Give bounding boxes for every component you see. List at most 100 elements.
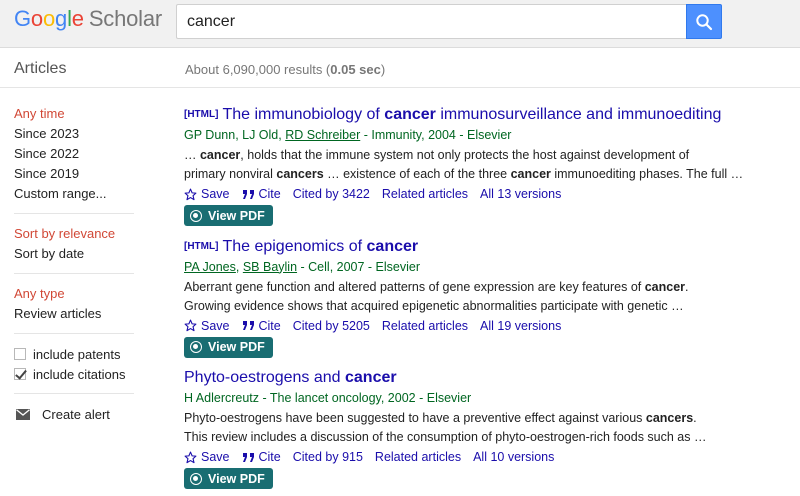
cite-label: Cite bbox=[258, 450, 281, 464]
result-title[interactable]: [HTML] The epigenomics of cancer bbox=[184, 236, 784, 258]
results-list: [HTML] The immunobiology of cancer immuno… bbox=[184, 104, 784, 490]
cite-button[interactable]: Cite bbox=[242, 448, 281, 466]
pdf-icon bbox=[190, 209, 202, 222]
result-actions: Save Cite Cited by 5205 Related articles All… bbox=[184, 317, 784, 335]
snippet-text: immunoediting phases. The full … bbox=[550, 167, 744, 181]
cited-by-link[interactable]: Cited by 5205 bbox=[293, 317, 370, 335]
snippet-text: cancer bbox=[510, 167, 551, 181]
snippet-text: cancer bbox=[644, 279, 686, 294]
save-label: Save bbox=[201, 318, 230, 333]
search-input[interactable] bbox=[177, 5, 686, 38]
cite-button[interactable]: Cite bbox=[242, 185, 281, 203]
sidebar-divider bbox=[14, 213, 134, 214]
snippet-text: , holds that the immune system not only … bbox=[240, 148, 690, 162]
view-pdf-label: View PDF bbox=[208, 340, 265, 354]
save-button[interactable]: Save bbox=[184, 185, 230, 203]
filter-since-2023[interactable]: Since 2023 bbox=[14, 124, 134, 144]
star-icon bbox=[184, 451, 197, 463]
author-link[interactable]: RD Schreiber bbox=[285, 128, 360, 142]
search-button[interactable] bbox=[686, 4, 722, 39]
publication-source: - The lancet oncology, 2002 - Elsevier bbox=[259, 391, 472, 405]
checkbox-checked[interactable] bbox=[14, 368, 26, 380]
sidebar-divider bbox=[14, 273, 134, 274]
star-icon bbox=[184, 319, 197, 332]
cite-button[interactable]: Cite bbox=[242, 317, 281, 335]
related-articles-link[interactable]: Related articles bbox=[375, 448, 461, 466]
header: Google Scholar bbox=[0, 0, 800, 48]
include-patents-checkbox[interactable]: include patents bbox=[14, 344, 134, 364]
cite-label: Cite bbox=[258, 187, 281, 201]
view-pdf-label: View PDF bbox=[208, 208, 265, 223]
search-result: [HTML] The epigenomics of cancer PA Jones,… bbox=[184, 236, 784, 359]
search-box[interactable] bbox=[176, 4, 686, 39]
author-text: H Adlercreutz bbox=[184, 391, 260, 405]
result-title[interactable]: [HTML] The immunobiology of cancer immuno… bbox=[184, 104, 784, 126]
filter-since-2019[interactable]: Since 2019 bbox=[14, 164, 134, 184]
snippet-text: … bbox=[184, 148, 200, 162]
sidebar-divider bbox=[14, 333, 134, 334]
sidebar-divider bbox=[14, 393, 134, 394]
title-text: The immunobiology of bbox=[222, 106, 385, 123]
google-scholar-logo[interactable]: Google Scholar bbox=[14, 6, 162, 32]
logo-product: Scholar bbox=[88, 6, 163, 31]
results-stats: About 6,090,000 results (0.05 sec) bbox=[185, 62, 386, 77]
snippet-text: . bbox=[693, 411, 697, 425]
view-pdf-button[interactable]: View PDF bbox=[184, 336, 273, 358]
all-versions-link[interactable]: All 13 versions bbox=[480, 185, 561, 203]
search-result: [HTML] The immunobiology of cancer immuno… bbox=[184, 104, 784, 227]
sort-by-date[interactable]: Sort by date bbox=[14, 244, 134, 264]
envelope-icon bbox=[16, 408, 30, 420]
title-text: cancer bbox=[384, 106, 436, 123]
cited-by-link[interactable]: Cited by 3422 bbox=[293, 185, 370, 203]
filter-any-time[interactable]: Any time bbox=[14, 104, 134, 124]
view-pdf-button[interactable]: View PDF bbox=[184, 205, 273, 226]
logo-letter: g bbox=[55, 6, 68, 31]
title-text: Phyto-oestrogens and bbox=[184, 369, 345, 386]
author-link[interactable]: SB Baylin bbox=[243, 260, 297, 274]
snippet-text: Growing evidence shows that acquired epi… bbox=[184, 298, 684, 313]
view-pdf-button[interactable]: View PDF bbox=[184, 468, 273, 489]
snippet-text: cancer bbox=[199, 148, 241, 162]
snippet-line: primary nonviral cancers … existence of … bbox=[184, 165, 784, 184]
filter-since-2022[interactable]: Since 2022 bbox=[14, 144, 134, 164]
snippet-text: cancers bbox=[276, 167, 324, 181]
pdf-icon bbox=[190, 472, 202, 485]
all-versions-link[interactable]: All 10 versions bbox=[473, 448, 554, 466]
title-text: cancer bbox=[366, 237, 419, 255]
filter-any-type[interactable]: Any type bbox=[14, 284, 134, 304]
publication-source: - Cell, 2007 - Elsevier bbox=[297, 259, 421, 274]
result-snippet: … cancer, holds that the immune system n… bbox=[184, 146, 784, 184]
cited-by-link[interactable]: Cited by 915 bbox=[293, 448, 363, 466]
checkbox-unchecked[interactable] bbox=[14, 348, 26, 360]
author-link[interactable]: PA Jones bbox=[184, 260, 236, 274]
filter-review-articles[interactable]: Review articles bbox=[14, 304, 134, 324]
title-text: The epigenomics of bbox=[222, 237, 367, 255]
search-result: Phyto-oestrogens and cancer H Adlercreutz… bbox=[184, 367, 784, 490]
checkbox-label: include patents bbox=[33, 346, 121, 362]
create-alert-label: Create alert bbox=[42, 406, 110, 422]
filter-sidebar: Any time Since 2023 Since 2022 Since 201… bbox=[14, 104, 134, 424]
snippet-line: Phyto-oestrogens have been suggested to … bbox=[184, 409, 784, 428]
logo-letter: o bbox=[30, 6, 43, 31]
title-text: immunosurveillance and immunoediting bbox=[435, 106, 722, 123]
snippet-text: Phyto-oestrogens have been suggested to … bbox=[184, 411, 646, 425]
sort-by-relevance[interactable]: Sort by relevance bbox=[14, 224, 134, 244]
view-pdf-label: View PDF bbox=[208, 471, 265, 486]
include-citations-checkbox[interactable]: include citations bbox=[14, 364, 134, 384]
result-title[interactable]: Phyto-oestrogens and cancer bbox=[184, 367, 784, 389]
quote-icon bbox=[242, 189, 254, 199]
all-versions-link[interactable]: All 19 versions bbox=[480, 317, 561, 335]
filter-custom-range[interactable]: Custom range... bbox=[14, 184, 134, 204]
title-text: cancer bbox=[345, 369, 397, 386]
related-articles-link[interactable]: Related articles bbox=[382, 185, 468, 203]
search-icon bbox=[696, 13, 713, 30]
related-articles-link[interactable]: Related articles bbox=[382, 317, 468, 335]
html-tag: [HTML] bbox=[184, 240, 219, 252]
save-button[interactable]: Save bbox=[184, 317, 230, 335]
result-authors: GP Dunn, LJ Old, RD Schreiber - Immunity… bbox=[184, 126, 784, 144]
create-alert-button[interactable]: Create alert bbox=[14, 404, 134, 424]
snippet-line: … cancer, holds that the immune system n… bbox=[184, 146, 784, 165]
author-separator: , bbox=[235, 259, 243, 274]
logo-letter: o bbox=[42, 6, 56, 31]
save-button[interactable]: Save bbox=[184, 448, 230, 466]
